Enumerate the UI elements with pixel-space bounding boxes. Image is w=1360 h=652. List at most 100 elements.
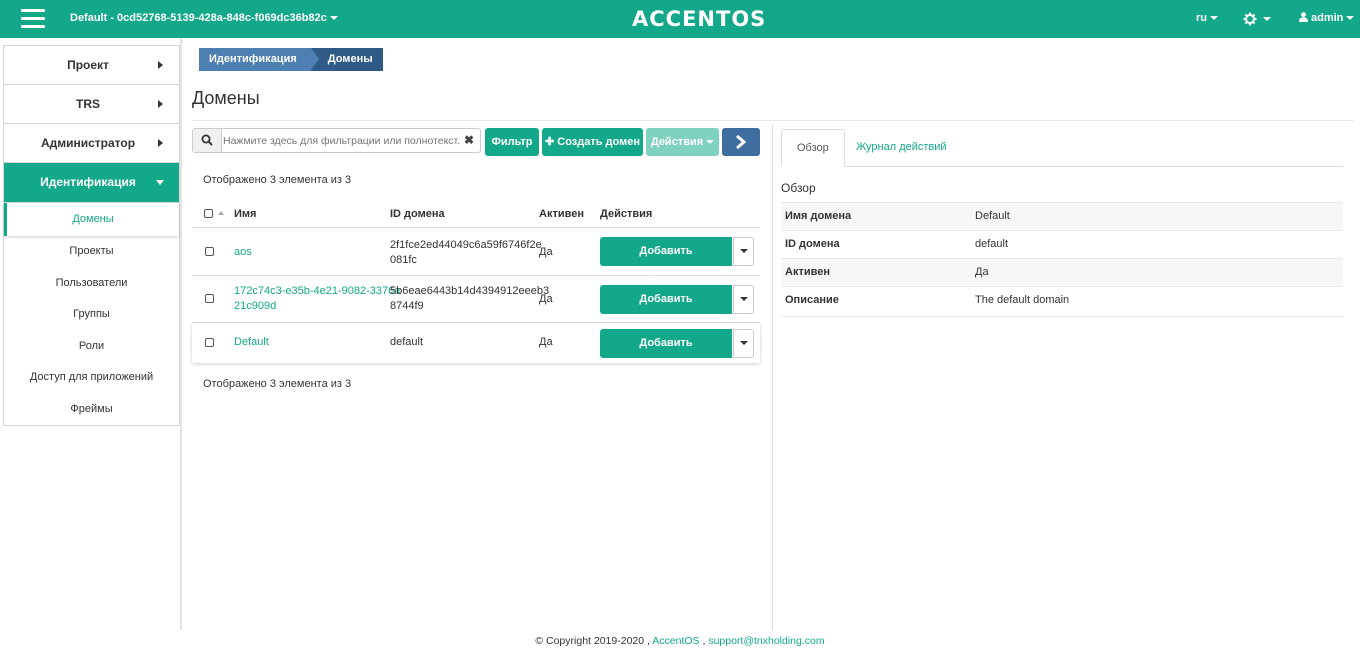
tab-overview[interactable]: Обзор	[781, 129, 845, 167]
domain-active: Да	[539, 246, 553, 258]
overview-key: Имя домена	[785, 210, 852, 222]
chevron-down-icon	[1210, 16, 1218, 21]
row-actions-dropdown[interactable]	[733, 237, 754, 266]
overview-row: ID домена default	[781, 230, 1343, 258]
actions-label: Действия	[650, 136, 704, 148]
overview-row: Активен Да	[781, 258, 1343, 286]
row-checkbox[interactable]	[205, 294, 214, 303]
add-config-button[interactable]: Добавить конфигурацию	[600, 285, 732, 334]
overview-row: Имя домена Default	[781, 202, 1343, 230]
accentos-link[interactable]: AccentOS	[652, 635, 699, 647]
chevron-down-icon	[739, 297, 748, 301]
user-menu[interactable]: admin	[1299, 12, 1355, 24]
breadcrumb-domains[interactable]: Домены	[310, 48, 383, 71]
domain-id-line: 081fc	[390, 254, 417, 266]
domain-name-link[interactable]: 172c74c3-e35b-4e21-9082-3376a 21c909d	[234, 284, 400, 314]
overview-key: ID домена	[785, 238, 840, 250]
chevron-right-icon	[158, 100, 163, 108]
sidebar-item-frames[interactable]: Фреймы	[4, 394, 179, 426]
domain-id-line: 5b6eae6443b14d4394912eeeb3	[390, 285, 550, 297]
gear-icon	[1243, 12, 1257, 26]
plus-icon: ✚	[544, 136, 558, 148]
overview-title: Обзор	[781, 181, 816, 195]
overview-value: default	[975, 238, 1009, 250]
support-email-link[interactable]: support@tnxholding.com	[708, 635, 824, 647]
sidebar-item-roles[interactable]: Роли	[4, 331, 179, 363]
filter-button[interactable]: Фильтр	[485, 128, 539, 156]
sidebar: Проект TRS Администратор Идентификация Д…	[3, 45, 180, 426]
sidebar-item-groups[interactable]: Группы	[4, 299, 179, 331]
chevron-down-icon	[739, 249, 748, 253]
chevron-right-icon	[158, 139, 163, 147]
chevron-down-icon	[739, 341, 748, 345]
hamburger-menu-icon[interactable]	[21, 9, 45, 29]
tab-action-log[interactable]: Журнал действий	[841, 129, 962, 167]
sidebar-section-trs[interactable]: TRS	[4, 85, 179, 124]
item-count: Отображено 3 элемента из 3	[203, 378, 352, 390]
search-button[interactable]	[193, 129, 222, 152]
settings-menu[interactable]	[1243, 10, 1271, 26]
row-actions-dropdown[interactable]	[733, 285, 754, 314]
row-checkbox[interactable]	[205, 338, 214, 347]
column-header-name[interactable]: Имя	[234, 208, 256, 220]
language-label: ru	[1196, 12, 1207, 24]
domain-id-line: 8744f9	[390, 300, 424, 312]
project-selector[interactable]: Default - 0cd52768-5139-428a-848c-f069dc…	[70, 12, 338, 24]
domain-name-line: 172c74c3-e35b-4e21-9082-3376a	[234, 285, 401, 297]
chevron-down-icon	[706, 140, 715, 145]
chevron-down-icon	[156, 180, 164, 185]
sidebar-item-projects[interactable]: Проекты	[4, 236, 179, 268]
chevron-right-icon	[158, 61, 163, 69]
sidebar-section-project[interactable]: Проект	[4, 46, 179, 85]
sidebar-section-label: Администратор	[40, 136, 136, 150]
row-checkbox[interactable]	[205, 247, 214, 256]
sidebar-section-identity[interactable]: Идентификация	[4, 163, 179, 203]
overview-key: Описание	[785, 294, 839, 306]
search-box: ✖	[192, 128, 481, 153]
sidebar-item-app-access[interactable]: Доступ для приложений	[4, 362, 179, 394]
domain-name-link[interactable]: aos	[234, 246, 252, 258]
item-count: Отображено 3 элемента из 3	[203, 174, 352, 186]
chevron-down-icon	[1346, 16, 1355, 21]
breadcrumb-identity[interactable]: Идентификация	[199, 48, 319, 71]
table-row: Default default Да Добавить конфигурацию	[192, 323, 760, 378]
domain-active: Да	[539, 293, 553, 305]
select-all-checkbox[interactable]	[204, 209, 213, 218]
sidebar-item-domains[interactable]: Домены	[4, 203, 179, 236]
search-icon	[201, 134, 213, 146]
sort-icon[interactable]	[218, 211, 224, 215]
add-config-button[interactable]: Добавить конфигурацию	[600, 329, 732, 378]
user-icon	[1299, 12, 1308, 22]
project-selector-label: Default - 0cd52768-5139-428a-848c-f069dc…	[70, 12, 327, 24]
domain-name-line: 21c909d	[234, 300, 277, 312]
sidebar-section-admin[interactable]: Администратор	[4, 124, 179, 163]
row-actions-dropdown[interactable]	[733, 329, 754, 358]
domain-id: default	[390, 336, 424, 348]
close-icon[interactable]: ✖	[464, 133, 474, 147]
actions-button[interactable]: Действия	[646, 128, 719, 156]
add-config-button[interactable]: Добавить конфигурацию	[600, 237, 732, 286]
column-header-actions: Действия	[600, 208, 653, 220]
create-domain-button[interactable]: ✚ Создать домен	[542, 128, 643, 156]
column-header-id[interactable]: ID домена	[390, 208, 445, 220]
footer-separator: ,	[702, 635, 706, 647]
overview-key: Активен	[785, 266, 830, 278]
overview-value: The default domain	[975, 294, 1070, 306]
search-input[interactable]	[223, 129, 461, 152]
sidebar-item-users[interactable]: Пользователи	[4, 268, 179, 300]
detail-tabs: Обзор Журнал действий	[781, 129, 1343, 167]
column-header-active[interactable]: Активен	[539, 208, 584, 220]
overview-value: Default	[975, 210, 1010, 222]
domain-id: 2f1fce2ed44049c6a59f6746f2e 081fc	[390, 238, 542, 268]
domain-name-link[interactable]: Default	[234, 336, 269, 348]
table-row: 172c74c3-e35b-4e21-9082-3376a 21c909d 5b6…	[192, 276, 760, 334]
breadcrumb: Идентификация Домены	[199, 48, 383, 71]
table-header: Имя ID домена Активен Действия	[192, 200, 760, 228]
user-name: admin	[1311, 12, 1344, 24]
language-selector[interactable]: ru	[1196, 12, 1218, 24]
chevron-right-icon	[736, 134, 747, 150]
page-title: Домены	[192, 88, 260, 108]
sidebar-section-label: TRS	[76, 97, 100, 111]
next-button[interactable]	[722, 128, 760, 156]
copyright-text: © Copyright 2019-2020 ,	[535, 635, 650, 647]
